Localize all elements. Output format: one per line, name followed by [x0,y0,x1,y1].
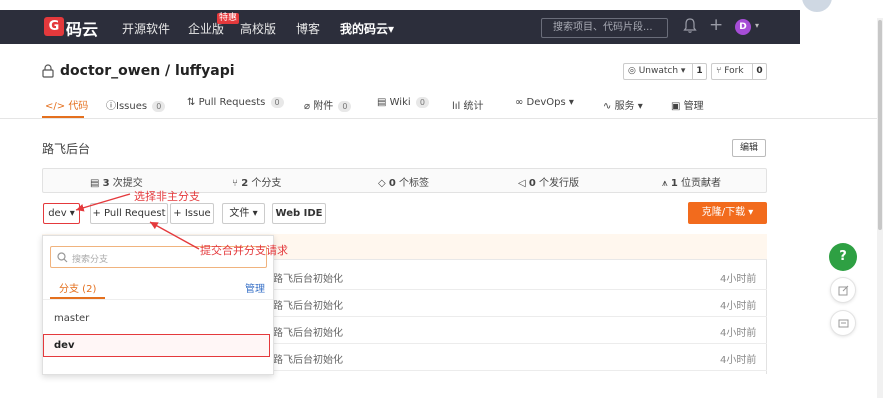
message-icon [838,319,849,328]
commit-time: 4小时前 [720,301,757,312]
stat-commits[interactable]: ▤ 3 次提交 [90,174,143,189]
bell-icon[interactable] [683,18,697,34]
settings-icon: ▣ [671,101,684,112]
tab-branches[interactable]: 分支 (2) [59,280,96,295]
special-badge: 特惠 [217,13,240,24]
branch-search-placeholder: 搜索分支 [72,255,109,265]
share-icon [838,285,849,296]
commit-message[interactable]: 路飞后台初始化 [273,297,343,312]
commit-message[interactable]: 路飞后台初始化 [273,270,343,285]
infinity-icon: ∞ [515,97,527,108]
tab-stats[interactable]: lıl 统计 [452,97,484,112]
tabs-divider [0,118,877,119]
nav-open-source[interactable]: 开源软件 [122,20,170,37]
eye-icon: ◎ [628,66,639,76]
tag-icon: ◇ [378,178,389,189]
watch-button[interactable]: ◎ Unwatch ▾ 1 [623,63,707,80]
annotation-select-branch: 选择非主分支 [134,190,200,203]
branch-item-master[interactable]: master [54,313,89,324]
issue-button[interactable]: + Issue [170,203,214,224]
watch-count: 1 [692,64,706,79]
watch-label: ◎ Unwatch ▾ [628,66,686,76]
repo-description: 路飞后台 [42,142,91,156]
wiki-icon: ▤ [377,97,390,108]
stat-branches[interactable]: ⑂ 2 个分支 [232,174,281,189]
help-button[interactable]: ? [829,243,857,271]
fork-button[interactable]: ⑂ Fork 0 [711,63,767,80]
scrollbar-thumb[interactable] [878,20,882,230]
web-ide-button[interactable]: Web IDE [272,203,326,224]
tab-wiki[interactable]: ▤ Wiki 0 [377,97,429,108]
avatar[interactable]: D [735,19,751,35]
commit-time: 4小时前 [720,355,757,366]
manage-branches-link[interactable]: 管理 [245,280,265,295]
chevron-down-icon[interactable]: ▾ [755,21,759,30]
tab-services[interactable]: ∿ 服务 ▾ [603,97,643,112]
repo-title[interactable]: doctor_owen / luffyapi [60,63,235,79]
annotation-submit-merge: 提交合并分支请求 [200,244,288,257]
search-input[interactable]: 搜索项目、代码片段... [541,18,668,38]
commit-time: 4小时前 [720,274,757,285]
contributors-icon: ⩚ [662,178,671,189]
tab-pull-requests[interactable]: ⇅ Pull Requests 0 [187,97,284,108]
branch-item-dev-highlight[interactable] [43,334,270,357]
feedback-button[interactable] [830,310,856,336]
branch-select[interactable]: dev ▾ [43,203,80,224]
edit-button[interactable]: 编辑 [732,139,766,157]
corner-avatar [800,0,834,14]
logo-icon[interactable]: G [44,17,64,36]
nav-blog[interactable]: 博客 [296,20,320,37]
pull-request-icon: ⇅ [187,97,199,108]
pulse-icon: ∿ [603,101,615,112]
plus-icon[interactable]: + [709,15,723,35]
top-nav [0,10,800,44]
tab-attachments[interactable]: ⌀ 附件 0 [304,97,352,112]
stat-tags[interactable]: ◇ 0 个标签 [378,174,429,189]
commit-icon: ▤ [90,178,103,189]
commit-message[interactable]: 路飞后台初始化 [273,324,343,339]
share-button[interactable] [830,277,856,303]
lock-icon [42,64,54,78]
stat-releases[interactable]: ◁ 0 个发行版 [518,174,579,189]
stat-contributors[interactable]: ⩚ 1 位贡献者 [662,174,721,189]
paperclip-icon: ⌀ [304,101,314,112]
nav-my-gitee[interactable]: 我的码云▾ [340,20,394,37]
clone-download-button[interactable]: 克隆/下载 ▾ [688,202,767,224]
branch-icon: ⑂ [232,178,242,189]
commit-message[interactable]: 路飞后台初始化 [273,351,343,366]
issue-icon: ⓘ [106,101,116,112]
fork-label: ⑂ Fork [716,66,744,76]
tab-devops[interactable]: ∞ DevOps ▾ [515,97,574,108]
tab-code[interactable]: </> 代码 [45,97,88,112]
code-icon: </> [45,101,69,112]
chart-icon: lıl [452,101,464,112]
commit-time: 4小时前 [720,328,757,339]
pull-request-button[interactable]: + Pull Request [90,203,168,224]
search-icon [57,252,68,263]
fork-count: 0 [752,64,766,79]
nav-university[interactable]: 高校版 [240,20,276,37]
branch-item-dev[interactable]: dev [54,340,74,351]
file-menu-button[interactable]: 文件 ▾ [222,203,265,224]
divider [43,299,273,300]
release-icon: ◁ [518,178,529,189]
tab-manage[interactable]: ▣ 管理 [671,97,704,112]
tab-issues[interactable]: ⓘIssues 0 [106,97,166,112]
logo-text[interactable]: 码云 [66,16,98,40]
